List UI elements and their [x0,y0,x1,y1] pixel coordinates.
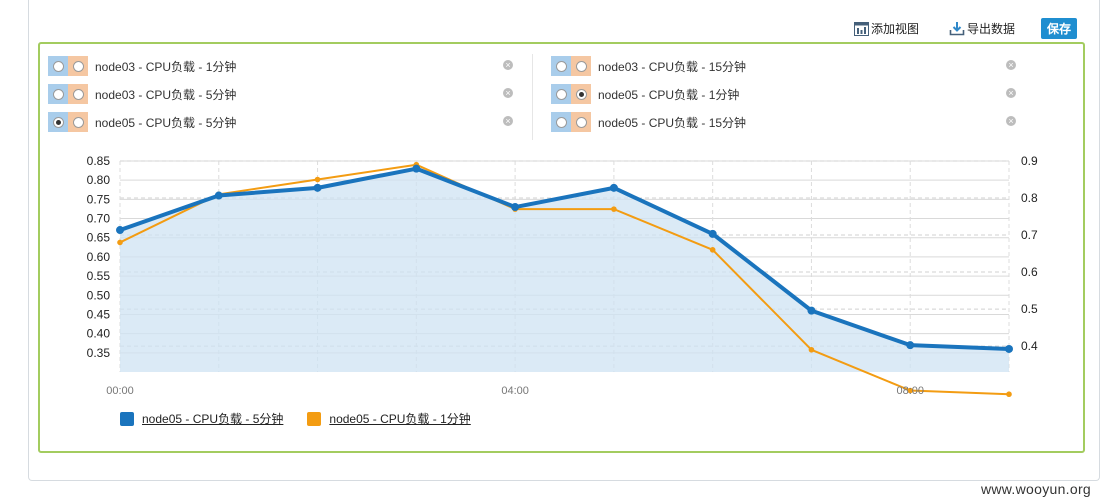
data-point [117,239,123,246]
data-point [808,346,815,353]
add-view-label: 添加视图 [870,22,919,36]
x-tick-label: 04:00 [501,385,529,397]
y-tick-label-left: 0.45 [87,307,111,321]
add-view-icon [853,21,869,36]
watermark: www.wooyun.org [980,481,1091,497]
legend-swatch-blue [120,411,134,426]
y-tick-label-left: 0.70 [87,212,111,226]
data-point [1006,391,1012,398]
data-point [709,247,716,253]
y-tick-label-left: 0.75 [87,192,111,206]
data-point [609,183,618,192]
data-point [412,164,421,173]
y-tick-label-left: 0.85 [87,154,111,168]
y-tick-label-right: 0.6 [1021,265,1038,279]
legend-label: node05 - CPU负载 - 1分钟 [329,412,471,426]
chart-panel: node03 - CPU负载 - 1分钟 × node03 - CPU负载 - 5分… [38,42,1085,453]
toolbar: 添加视图 导出数据 保存 [853,18,1077,39]
legend-swatch-orange [307,411,322,426]
y-tick-label-left: 0.80 [87,173,111,187]
data-point [314,176,321,183]
line-chart: 0.350.400.450.500.550.600.650.700.750.80… [87,154,1038,398]
y-tick-label-left: 0.50 [87,288,111,302]
y-tick-label-left: 0.60 [87,250,111,264]
y-tick-label-right: 0.7 [1021,228,1038,242]
y-tick-label-right: 0.4 [1021,339,1038,353]
data-point [511,203,520,212]
y-tick-label-right: 0.8 [1021,191,1038,205]
download-icon [949,22,965,36]
legend-item-series-2[interactable]: node05 - CPU负载 - 1分钟 [307,410,471,427]
data-point [807,306,816,315]
chart-legend: node05 - CPU负载 - 5分钟 node05 - CPU负载 - 1分… [120,410,471,427]
data-point [906,341,915,350]
data-point [214,191,223,200]
legend-label: node05 - CPU负载 - 5分钟 [142,412,284,426]
y-tick-label-left: 0.35 [87,346,111,360]
legend-item-series-1[interactable]: node05 - CPU负载 - 5分钟 [120,410,283,427]
data-point [313,183,322,192]
y-tick-label-left: 0.55 [87,269,111,283]
x-tick-label: 08:00 [896,385,924,397]
data-point [708,229,717,238]
export-data-label: 导出数据 [966,22,1015,36]
save-button[interactable]: 保存 [1040,18,1077,39]
data-point [611,206,617,212]
data-point [116,226,124,235]
y-tick-label-left: 0.65 [87,231,111,245]
y-tick-label-right: 0.9 [1021,154,1038,168]
y-tick-label-right: 0.5 [1021,302,1038,316]
add-view-button[interactable]: 添加视图 [853,20,919,37]
y-tick-label-left: 0.40 [87,327,111,341]
data-point [1005,344,1013,353]
export-data-button[interactable]: 导出数据 [949,20,1015,37]
x-tick-label: 00:00 [106,385,134,397]
